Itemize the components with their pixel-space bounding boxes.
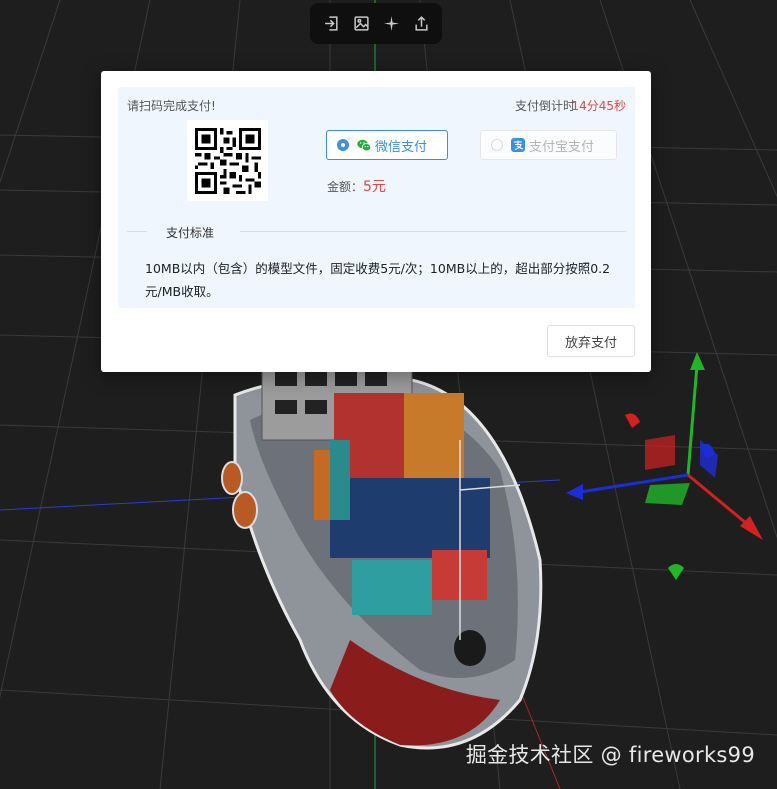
- payment-panel: 请扫码完成支付! 支付倒计时 14分45秒 微信支付 支付宝支付 金额： 5元 …: [118, 87, 635, 308]
- qr-code-icon: [194, 127, 261, 194]
- alipay-label: 支付宝支付: [529, 139, 595, 155]
- alipay-option[interactable]: 支付宝支付: [480, 130, 617, 160]
- crosshair-icon: [383, 16, 399, 31]
- watermark: 掘金技术社区 @ fireworks99: [465, 743, 755, 767]
- amount-value: 5元: [363, 179, 386, 195]
- amount-label: 金额：: [327, 180, 364, 194]
- amount-row: 金额： 5元: [327, 176, 386, 196]
- wechat-radio[interactable]: [337, 139, 349, 151]
- divider-right: [240, 231, 626, 232]
- qr-code: [187, 120, 268, 201]
- export-icon: [414, 16, 428, 31]
- wechat-pay-label: 微信支付: [375, 139, 428, 155]
- alipay-radio[interactable]: [491, 139, 503, 151]
- countdown-value: 14分45秒: [571, 99, 626, 113]
- alipay-icon: [511, 138, 525, 152]
- center-view-button[interactable]: [380, 13, 402, 35]
- import-icon: [324, 16, 338, 31]
- payment-dialog: 请扫码完成支付! 支付倒计时 14分45秒 微信支付 支付宝支付 金额： 5元 …: [101, 71, 651, 372]
- standard-title: 支付标准: [166, 226, 215, 240]
- viewer-toolbar: [310, 3, 442, 44]
- image-icon: [353, 16, 369, 31]
- abandon-payment-button[interactable]: 放弃支付: [547, 325, 635, 357]
- export-button[interactable]: [410, 13, 432, 35]
- wechat-icon: [357, 138, 371, 152]
- import-button[interactable]: [320, 13, 342, 35]
- scan-prompt: 请扫码完成支付!: [127, 99, 216, 113]
- standard-description: 10MB以内（包含）的模型文件，固定收费5元/次；10MB以上的，超出部分按照0…: [145, 261, 611, 299]
- wechat-pay-option[interactable]: 微信支付: [326, 130, 448, 160]
- divider-left: [127, 231, 147, 232]
- screenshot-button[interactable]: [350, 13, 372, 35]
- countdown-label: 支付倒计时: [514, 99, 575, 113]
